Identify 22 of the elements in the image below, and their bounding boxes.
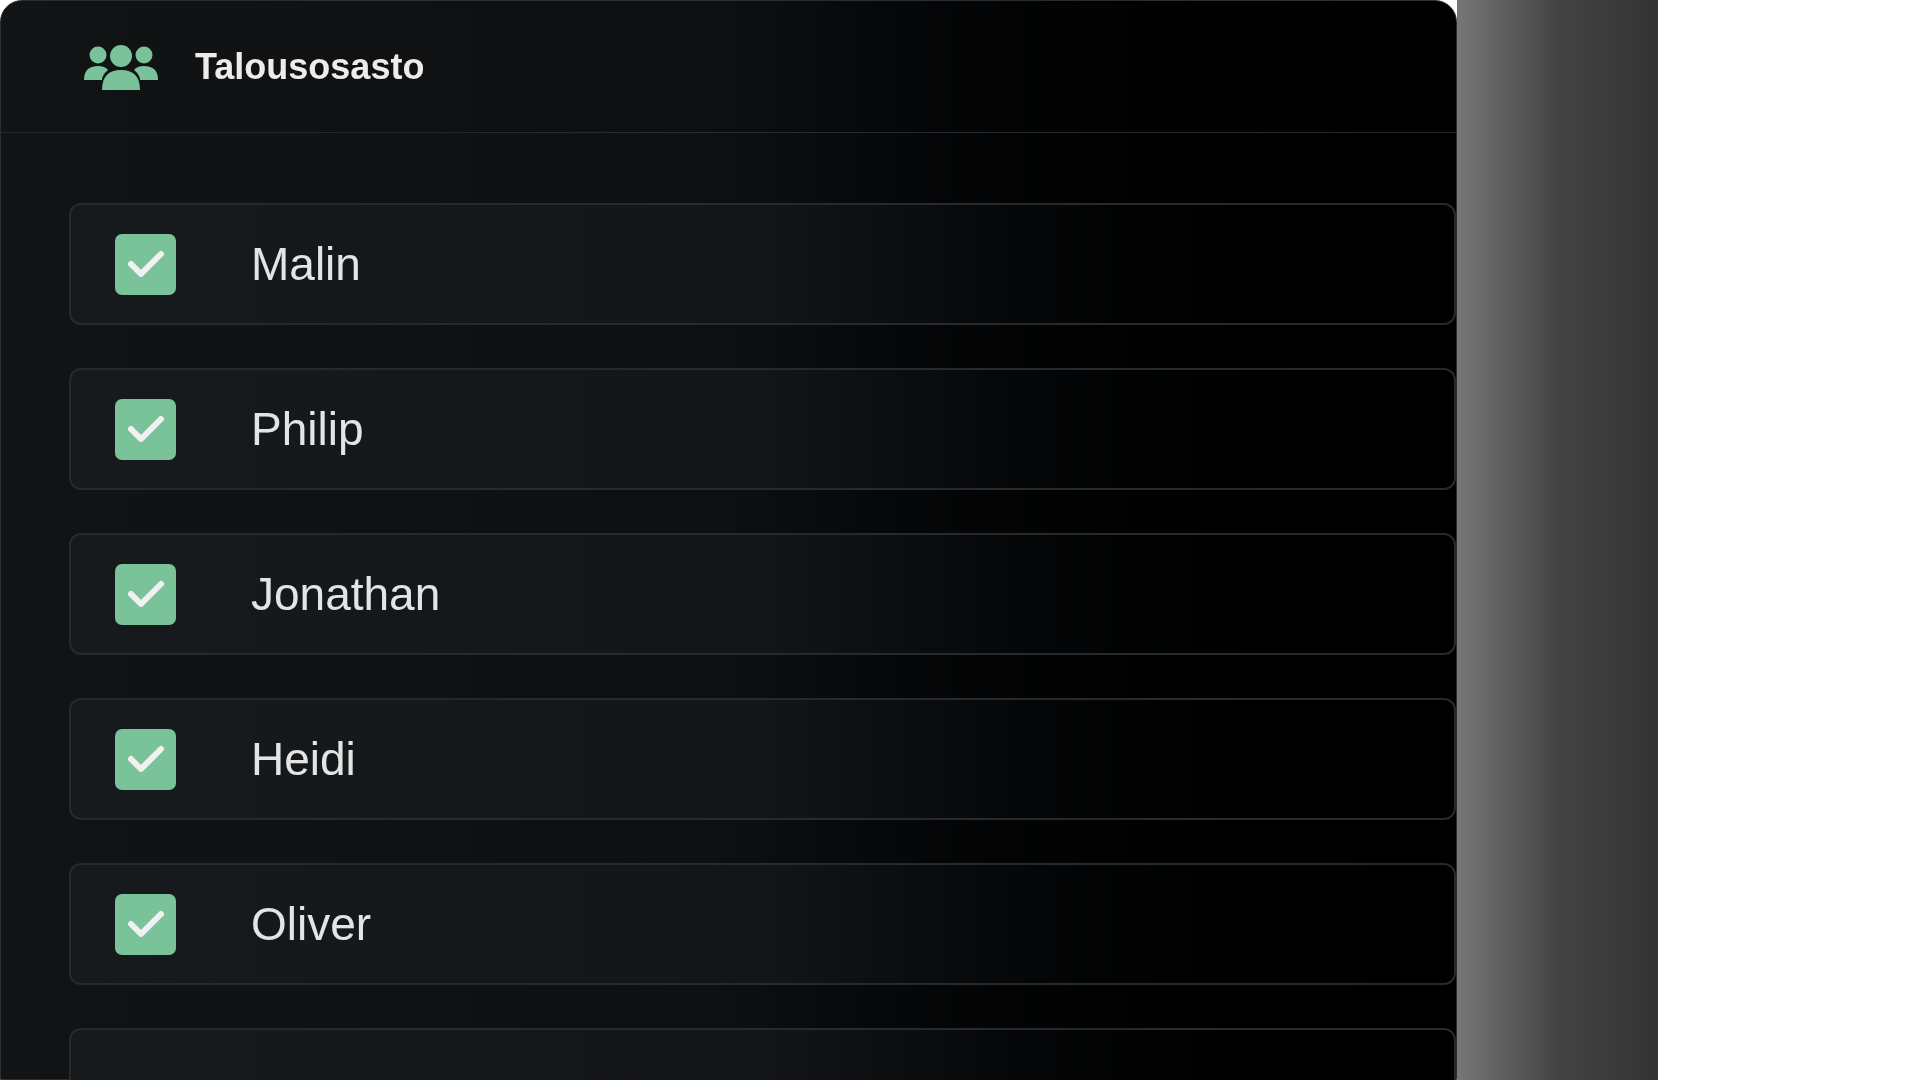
group-icon — [83, 43, 159, 90]
checkmark-icon — [125, 579, 166, 609]
checkbox[interactable] — [115, 893, 176, 955]
checkmark-icon — [125, 744, 166, 774]
member-name: Jonathan — [251, 566, 441, 622]
group-title: Talousosasto — [195, 44, 425, 89]
checkbox[interactable] — [115, 398, 176, 460]
member-name: Philip — [251, 401, 364, 457]
member-row[interactable]: Philip — [69, 368, 1456, 490]
checkbox[interactable] — [115, 563, 176, 625]
checkmark-icon — [125, 249, 166, 279]
member-name: Malin — [251, 236, 361, 292]
member-row[interactable]: Malin — [69, 203, 1456, 325]
member-row[interactable]: Heidi — [69, 698, 1456, 820]
checkmark-icon — [125, 909, 166, 939]
checkbox[interactable] — [115, 233, 176, 295]
checkbox[interactable] — [115, 728, 176, 790]
member-row[interactable]: Jonathan — [69, 533, 1456, 655]
member-name: Oliver — [251, 896, 372, 952]
member-row[interactable]: Oliver — [69, 863, 1456, 985]
member-name: Heidi — [251, 731, 356, 787]
checkmark-icon — [125, 414, 166, 444]
